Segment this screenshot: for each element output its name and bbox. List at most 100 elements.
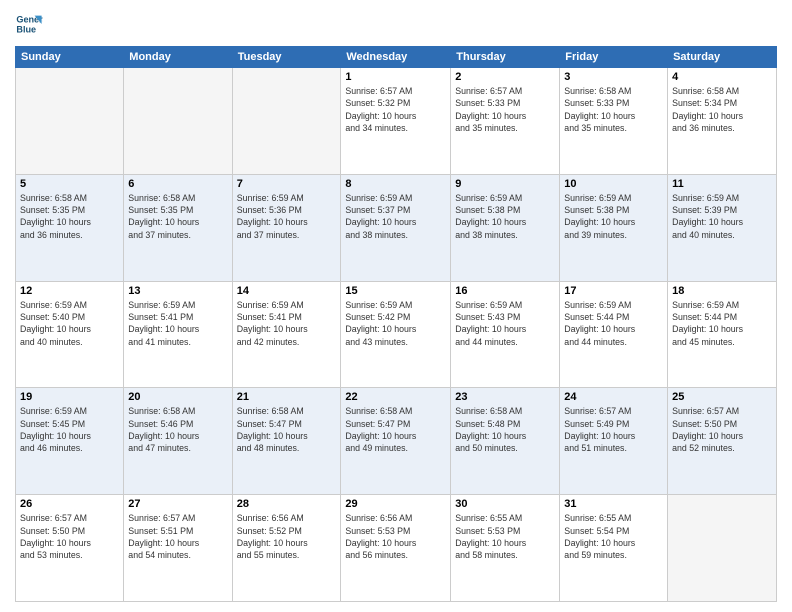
day-number: 9 [455, 178, 555, 190]
day-number: 23 [455, 391, 555, 403]
day-info: Sunrise: 6:59 AM Sunset: 5:41 PM Dayligh… [128, 299, 227, 348]
day-info: Sunrise: 6:57 AM Sunset: 5:49 PM Dayligh… [564, 405, 663, 454]
day-number: 29 [345, 498, 446, 510]
day-info: Sunrise: 6:57 AM Sunset: 5:50 PM Dayligh… [672, 405, 772, 454]
day-info: Sunrise: 6:59 AM Sunset: 5:44 PM Dayligh… [672, 299, 772, 348]
calendar-week-row: 19 Sunrise: 6:59 AM Sunset: 5:45 PM Dayli… [16, 388, 777, 495]
calendar-cell: 6Sunrise: 6:58 AM Sunset: 5:35 PM Daylig… [124, 174, 232, 281]
calendar-cell: 25 Sunrise: 6:57 AM Sunset: 5:50 PM Dayli… [668, 388, 777, 495]
day-number: 7 [237, 178, 337, 190]
day-info: Sunrise: 6:59 AM Sunset: 5:36 PM Dayligh… [237, 192, 337, 241]
day-info: Sunrise: 6:59 AM Sunset: 5:42 PM Dayligh… [345, 299, 446, 348]
calendar-cell: 5 Sunrise: 6:58 AM Sunset: 5:35 PM Daylig… [16, 174, 124, 281]
logo: General Blue [15, 10, 43, 38]
calendar-cell [668, 495, 777, 602]
calendar-cell: 12Sunrise: 6:59 AM Sunset: 5:40 PM Dayli… [16, 281, 124, 388]
day-number: 18 [672, 285, 772, 297]
calendar-cell: 7 Sunrise: 6:59 AM Sunset: 5:36 PM Daylig… [232, 174, 341, 281]
day-number: 6 [128, 178, 227, 190]
day-number: 28 [237, 498, 337, 510]
day-info: Sunrise: 6:55 AM Sunset: 5:53 PM Dayligh… [455, 512, 555, 561]
day-number: 20 [128, 391, 227, 403]
day-number: 13 [128, 285, 227, 297]
calendar-cell: 24 Sunrise: 6:57 AM Sunset: 5:49 PM Dayli… [560, 388, 668, 495]
weekday-header-row: SundayMondayTuesdayWednesdayThursdayFrid… [16, 47, 777, 68]
day-info: Sunrise: 6:59 AM Sunset: 5:40 PM Dayligh… [20, 299, 119, 348]
day-info: Sunrise: 6:57 AM Sunset: 5:32 PM Dayligh… [345, 85, 446, 134]
day-number: 24 [564, 391, 663, 403]
day-number: 21 [237, 391, 337, 403]
day-info: Sunrise: 6:59 AM Sunset: 5:38 PM Dayligh… [455, 192, 555, 241]
day-info: Sunrise: 6:59 AM Sunset: 5:41 PM Dayligh… [237, 299, 337, 348]
weekday-header-wednesday: Wednesday [341, 47, 451, 68]
calendar-week-row: 12Sunrise: 6:59 AM Sunset: 5:40 PM Dayli… [16, 281, 777, 388]
calendar-cell: 20 Sunrise: 6:58 AM Sunset: 5:46 PM Dayli… [124, 388, 232, 495]
calendar-cell: 21 Sunrise: 6:58 AM Sunset: 5:47 PM Dayli… [232, 388, 341, 495]
calendar-cell: 9 Sunrise: 6:59 AM Sunset: 5:38 PM Daylig… [451, 174, 560, 281]
day-number: 15 [345, 285, 446, 297]
day-number: 14 [237, 285, 337, 297]
calendar-cell: 17 Sunrise: 6:59 AM Sunset: 5:44 PM Dayli… [560, 281, 668, 388]
day-number: 5 [20, 178, 119, 190]
day-number: 3 [564, 71, 663, 83]
calendar-cell: 18 Sunrise: 6:59 AM Sunset: 5:44 PM Dayli… [668, 281, 777, 388]
day-number: 27 [128, 498, 227, 510]
day-info: Sunrise: 6:58 AM Sunset: 5:33 PM Dayligh… [564, 85, 663, 134]
calendar-cell: 31Sunrise: 6:55 AM Sunset: 5:54 PM Dayli… [560, 495, 668, 602]
page-container: General Blue SundayMondayTuesdayWednesda… [0, 0, 792, 612]
calendar-cell: 28 Sunrise: 6:56 AM Sunset: 5:52 PM Dayli… [232, 495, 341, 602]
calendar-cell [232, 68, 341, 175]
day-info: Sunrise: 6:58 AM Sunset: 5:47 PM Dayligh… [345, 405, 446, 454]
weekday-header-tuesday: Tuesday [232, 47, 341, 68]
day-info: Sunrise: 6:57 AM Sunset: 5:51 PM Dayligh… [128, 512, 227, 561]
day-info: Sunrise: 6:59 AM Sunset: 5:37 PM Dayligh… [345, 192, 446, 241]
calendar-cell: 10 Sunrise: 6:59 AM Sunset: 5:38 PM Dayli… [560, 174, 668, 281]
logo-icon: General Blue [15, 10, 43, 38]
calendar-cell: 3 Sunrise: 6:58 AM Sunset: 5:33 PM Daylig… [560, 68, 668, 175]
calendar-cell [124, 68, 232, 175]
calendar-cell: 23 Sunrise: 6:58 AM Sunset: 5:48 PM Dayli… [451, 388, 560, 495]
calendar-cell: 30 Sunrise: 6:55 AM Sunset: 5:53 PM Dayli… [451, 495, 560, 602]
day-number: 19 [20, 391, 119, 403]
day-number: 10 [564, 178, 663, 190]
calendar-cell: 1 Sunrise: 6:57 AM Sunset: 5:32 PM Daylig… [341, 68, 451, 175]
day-info: Sunrise: 6:59 AM Sunset: 5:45 PM Dayligh… [20, 405, 119, 454]
calendar-cell: 22Sunrise: 6:58 AM Sunset: 5:47 PM Dayli… [341, 388, 451, 495]
calendar-week-row: 5 Sunrise: 6:58 AM Sunset: 5:35 PM Daylig… [16, 174, 777, 281]
calendar-table: SundayMondayTuesdayWednesdayThursdayFrid… [15, 46, 777, 602]
weekday-header-monday: Monday [124, 47, 232, 68]
weekday-header-thursday: Thursday [451, 47, 560, 68]
day-info: Sunrise: 6:59 AM Sunset: 5:43 PM Dayligh… [455, 299, 555, 348]
day-number: 17 [564, 285, 663, 297]
day-info: Sunrise: 6:59 AM Sunset: 5:38 PM Dayligh… [564, 192, 663, 241]
calendar-cell: 15 Sunrise: 6:59 AM Sunset: 5:42 PM Dayli… [341, 281, 451, 388]
weekday-header-sunday: Sunday [16, 47, 124, 68]
day-number: 4 [672, 71, 772, 83]
day-info: Sunrise: 6:58 AM Sunset: 5:47 PM Dayligh… [237, 405, 337, 454]
day-number: 1 [345, 71, 446, 83]
calendar-cell: 14 Sunrise: 6:59 AM Sunset: 5:41 PM Dayli… [232, 281, 341, 388]
day-number: 30 [455, 498, 555, 510]
day-number: 2 [455, 71, 555, 83]
day-number: 11 [672, 178, 772, 190]
calendar-cell: 16Sunrise: 6:59 AM Sunset: 5:43 PM Dayli… [451, 281, 560, 388]
day-number: 25 [672, 391, 772, 403]
calendar-cell: 13 Sunrise: 6:59 AM Sunset: 5:41 PM Dayli… [124, 281, 232, 388]
calendar-cell: 11Sunrise: 6:59 AM Sunset: 5:39 PM Dayli… [668, 174, 777, 281]
day-number: 26 [20, 498, 119, 510]
weekday-header-friday: Friday [560, 47, 668, 68]
day-info: Sunrise: 6:58 AM Sunset: 5:46 PM Dayligh… [128, 405, 227, 454]
calendar-cell: 2Sunrise: 6:57 AM Sunset: 5:33 PM Daylig… [451, 68, 560, 175]
calendar-week-row: 26 Sunrise: 6:57 AM Sunset: 5:50 PM Dayli… [16, 495, 777, 602]
svg-text:Blue: Blue [16, 24, 36, 34]
day-info: Sunrise: 6:58 AM Sunset: 5:35 PM Dayligh… [20, 192, 119, 241]
calendar-cell: 19 Sunrise: 6:59 AM Sunset: 5:45 PM Dayli… [16, 388, 124, 495]
calendar-cell: 26 Sunrise: 6:57 AM Sunset: 5:50 PM Dayli… [16, 495, 124, 602]
day-info: Sunrise: 6:56 AM Sunset: 5:52 PM Dayligh… [237, 512, 337, 561]
day-info: Sunrise: 6:56 AM Sunset: 5:53 PM Dayligh… [345, 512, 446, 561]
calendar-cell [16, 68, 124, 175]
weekday-header-saturday: Saturday [668, 47, 777, 68]
day-info: Sunrise: 6:57 AM Sunset: 5:50 PM Dayligh… [20, 512, 119, 561]
day-info: Sunrise: 6:59 AM Sunset: 5:44 PM Dayligh… [564, 299, 663, 348]
day-info: Sunrise: 6:58 AM Sunset: 5:48 PM Dayligh… [455, 405, 555, 454]
